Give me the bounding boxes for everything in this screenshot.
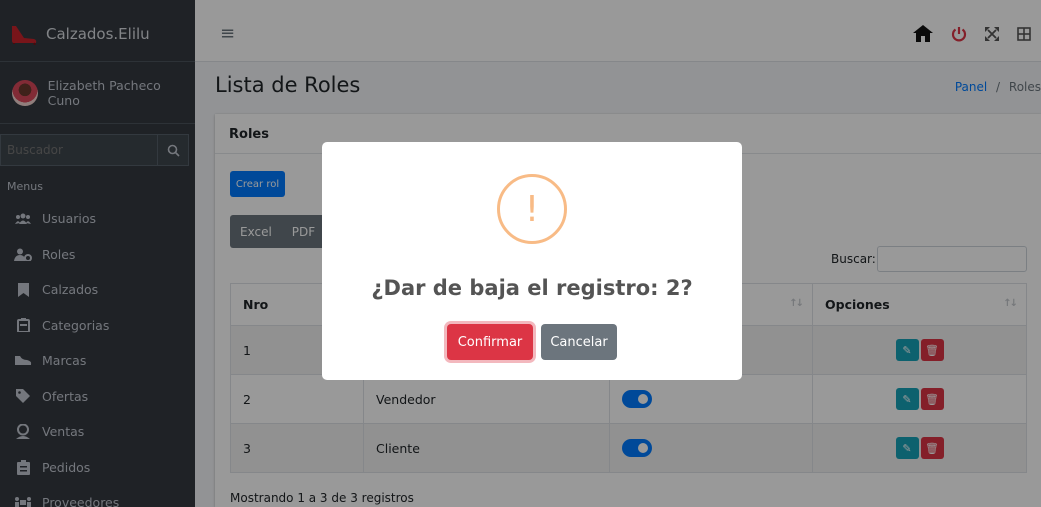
confirm-dialog: ! ¿Dar de baja el registro: 2? Confirmar… xyxy=(322,142,742,380)
cancel-button[interactable]: Cancelar xyxy=(541,324,617,360)
confirm-button[interactable]: Confirmar xyxy=(447,324,533,360)
dialog-title: ¿Dar de baja el registro: 2? xyxy=(371,276,693,300)
dialog-buttons: Confirmar Cancelar xyxy=(322,324,742,360)
warning-icon: ! xyxy=(497,174,567,244)
